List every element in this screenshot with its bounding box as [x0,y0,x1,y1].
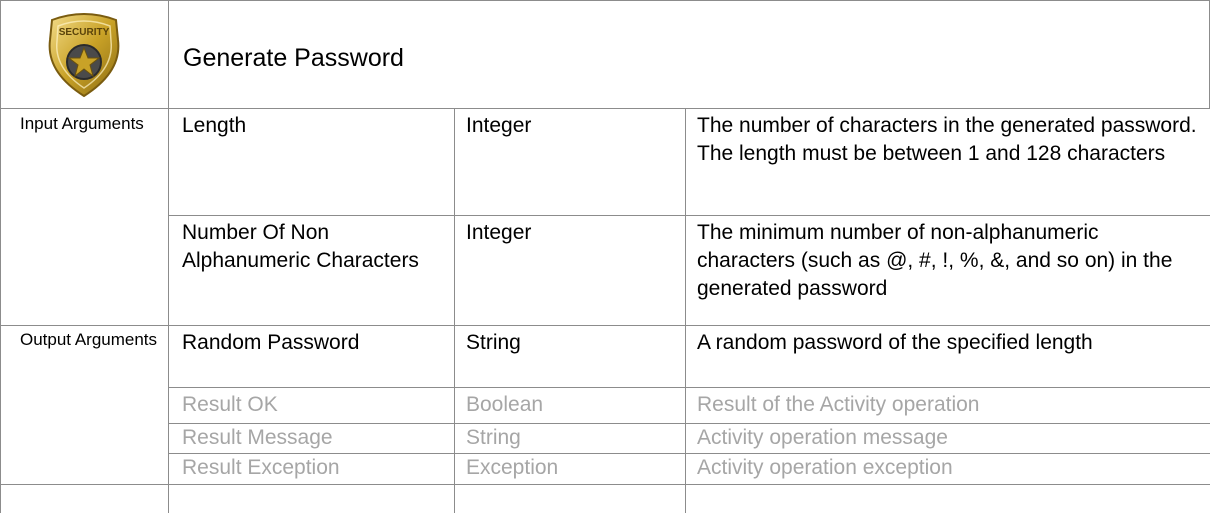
arg-name-non-alphanumeric: Number Of Non Alphanumeric Characters [182,221,419,272]
activity-doc-table: SECURITY Generate Password Input Argumen… [0,0,1210,513]
security-badge-logo: SECURITY [38,10,130,100]
grid-line-row-1 [168,215,1210,216]
grid-line-col-3 [685,108,686,513]
arg-type-non-alphanumeric: Integer [466,221,532,244]
grid-line-bottom [0,484,1210,485]
grid-line-row-3 [168,387,1210,388]
arg-desc-random-password: A random password of the specified lengt… [697,331,1093,354]
arg-name-result-message: Result Message [182,426,333,449]
arg-name-random-password: Random Password [182,331,360,354]
arg-desc-result-message: Activity operation message [697,426,948,449]
grid-line-col-1 [168,0,169,513]
arg-type-random-password: String [466,331,521,354]
section-label-output: Output Arguments [20,330,158,349]
arg-name-length: Length [182,114,247,137]
arg-desc-non-alphanumeric: The minimum number of non-alphanumeric c… [697,221,1173,300]
grid-line-left [0,0,1,513]
arg-name-result-exception: Result Exception [182,456,340,479]
arg-type-result-ok: Boolean [466,393,544,416]
arg-desc-length: The number of characters in the generate… [697,114,1197,165]
arg-desc-result-ok: Result of the Activity operation [697,393,980,416]
security-badge-icon: SECURITY [48,13,120,98]
grid-line-section-split [0,325,1210,326]
grid-line-top [0,0,1210,1]
grid-line-header-bottom [0,108,1210,109]
section-label-input: Input Arguments [20,114,144,133]
svg-text:SECURITY: SECURITY [59,27,110,38]
arg-type-result-message: String [466,426,521,449]
arg-type-length: Integer [466,114,532,137]
arg-name-result-ok: Result OK [182,393,278,416]
grid-line-col-2 [454,108,455,513]
arg-type-result-exception: Exception [466,456,559,479]
arg-desc-result-exception: Activity operation exception [697,456,953,479]
page-title: Generate Password [183,44,404,72]
